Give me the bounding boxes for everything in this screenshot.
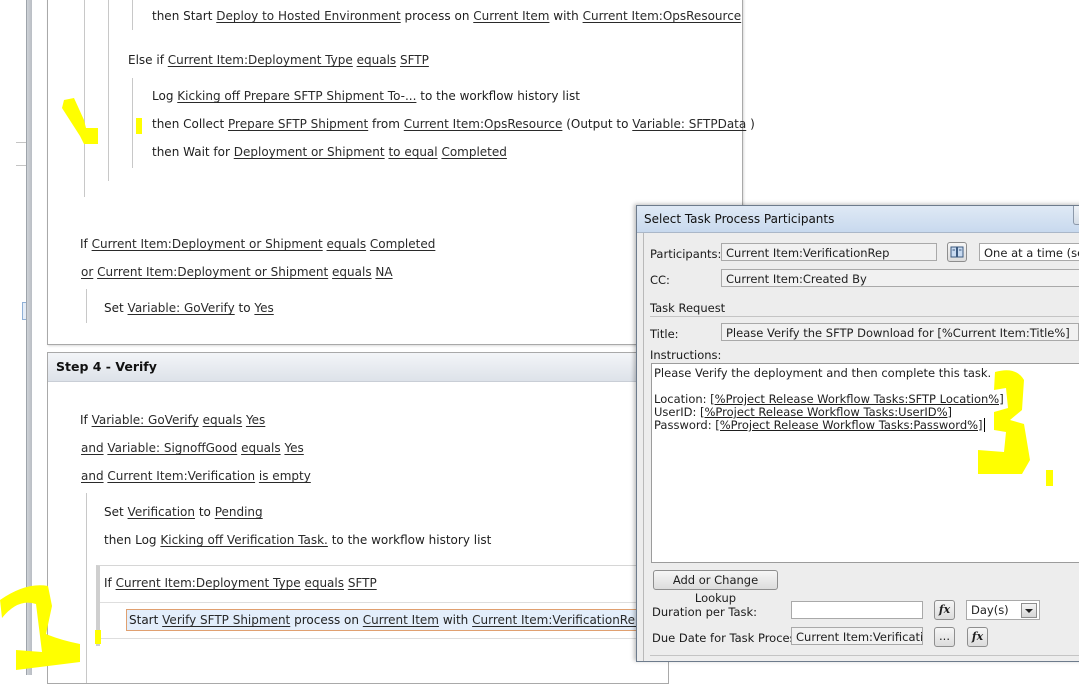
annotation-mark-3: [978, 370, 1030, 474]
annotation-mark-2-dot: [95, 630, 101, 644]
annotation-mark-3-dot: [1046, 470, 1053, 486]
annotation-mark-1-dot: [136, 118, 142, 134]
annotation-mark-1: [62, 98, 98, 144]
annotation-layer: [0, 98, 1053, 670]
annotation-mark-2: [0, 585, 80, 670]
